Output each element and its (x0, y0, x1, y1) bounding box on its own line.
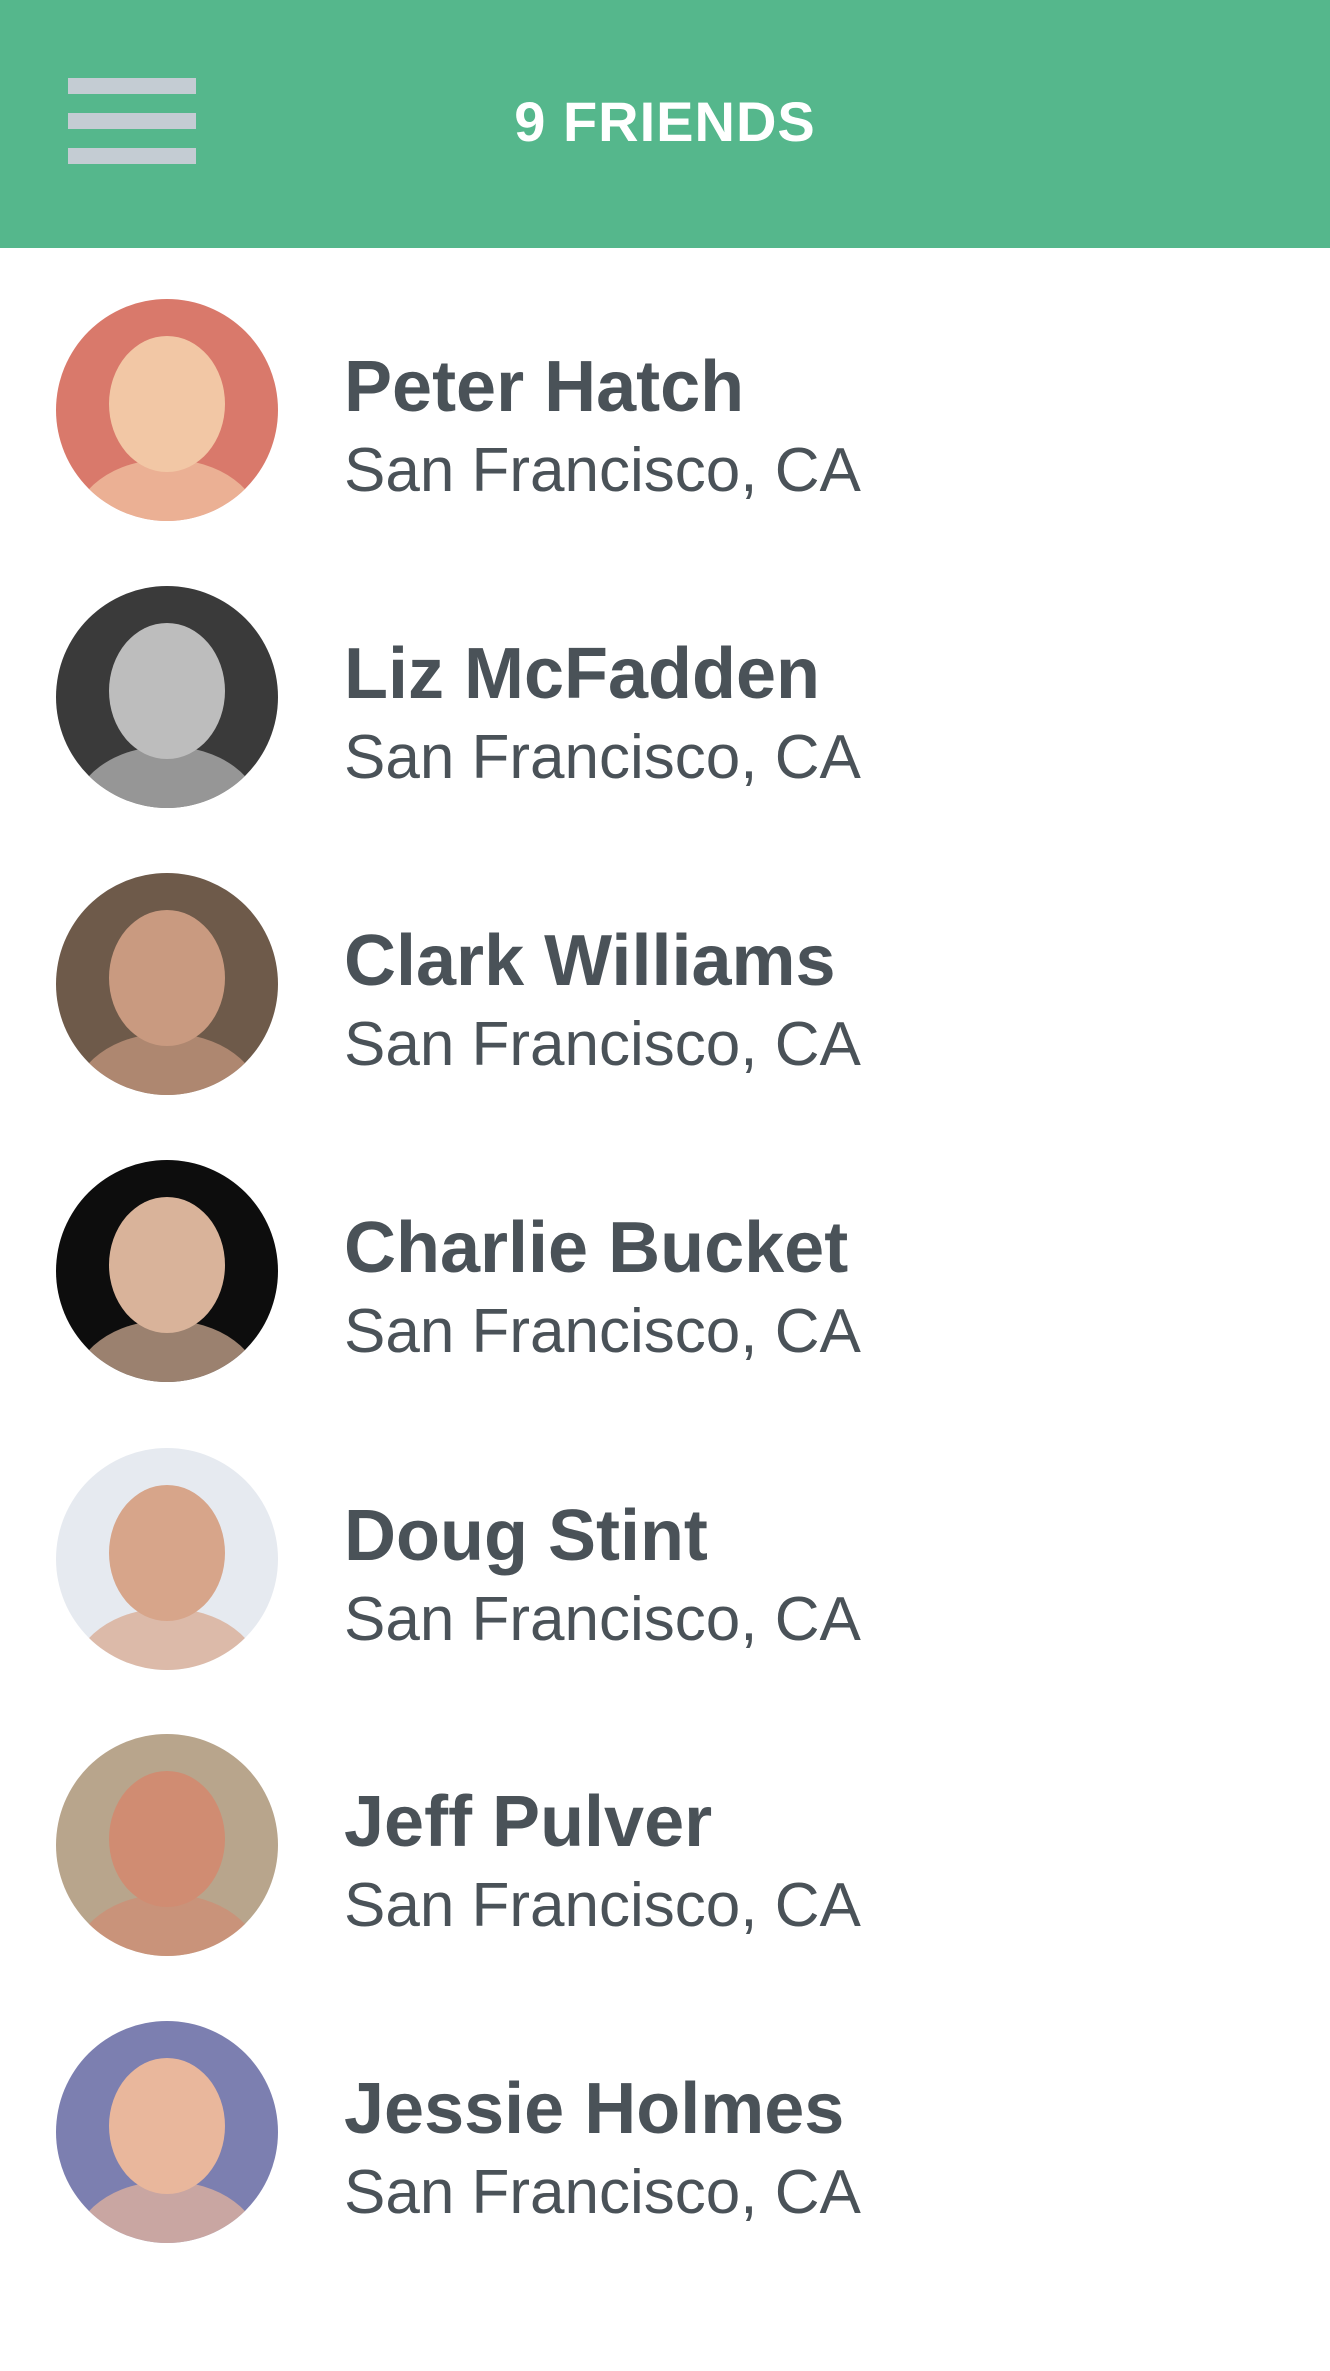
friend-name: Jessie Holmes (344, 2069, 845, 2149)
friend-name: Doug Stint (344, 1496, 708, 1576)
friend-list-item[interactable]: Liz McFadden San Francisco, CA (0, 568, 1330, 828)
avatar (56, 2021, 278, 2243)
friend-name: Jeff Pulver (344, 1782, 713, 1862)
friend-name: Clark Williams (344, 921, 836, 1001)
avatar (56, 1734, 278, 1956)
friend-location: San Francisco, CA (344, 1010, 861, 1079)
page-title: 9 FRIENDS (514, 90, 816, 153)
friend-list-item[interactable]: Doug Stint San Francisco, CA (0, 1430, 1330, 1690)
app-header: 9 FRIENDS (0, 0, 1330, 248)
avatar-photo (56, 873, 278, 1095)
avatar-photo (56, 2021, 278, 2243)
friend-location: San Francisco, CA (344, 2158, 861, 2227)
friend-list-item[interactable]: Clark Williams San Francisco, CA (0, 855, 1330, 1115)
avatar-photo (56, 1734, 278, 1956)
friend-location: San Francisco, CA (344, 723, 861, 792)
avatar-photo (56, 1448, 278, 1670)
friend-name: Peter Hatch (344, 347, 745, 427)
avatar-photo (56, 586, 278, 808)
avatar (56, 586, 278, 808)
avatar-photo (56, 1160, 278, 1382)
friend-list-item[interactable]: Jessie Holmes San Francisco, CA (0, 2003, 1330, 2263)
friend-list-item[interactable]: Charlie Bucket San Francisco, CA (0, 1142, 1330, 1402)
avatar-photo (56, 299, 278, 521)
avatar (56, 1448, 278, 1670)
friend-list-item[interactable]: Jeff Pulver San Francisco, CA (0, 1716, 1330, 1976)
friend-location: San Francisco, CA (344, 1585, 861, 1654)
friend-name: Liz McFadden (344, 634, 821, 714)
avatar (56, 873, 278, 1095)
friend-location: San Francisco, CA (344, 1871, 861, 1940)
avatar (56, 299, 278, 521)
friend-name: Charlie Bucket (344, 1208, 849, 1288)
friend-list-item[interactable]: Peter Hatch San Francisco, CA (0, 281, 1330, 541)
avatar (56, 1160, 278, 1382)
friend-location: San Francisco, CA (344, 436, 861, 505)
friend-location: San Francisco, CA (344, 1297, 861, 1366)
